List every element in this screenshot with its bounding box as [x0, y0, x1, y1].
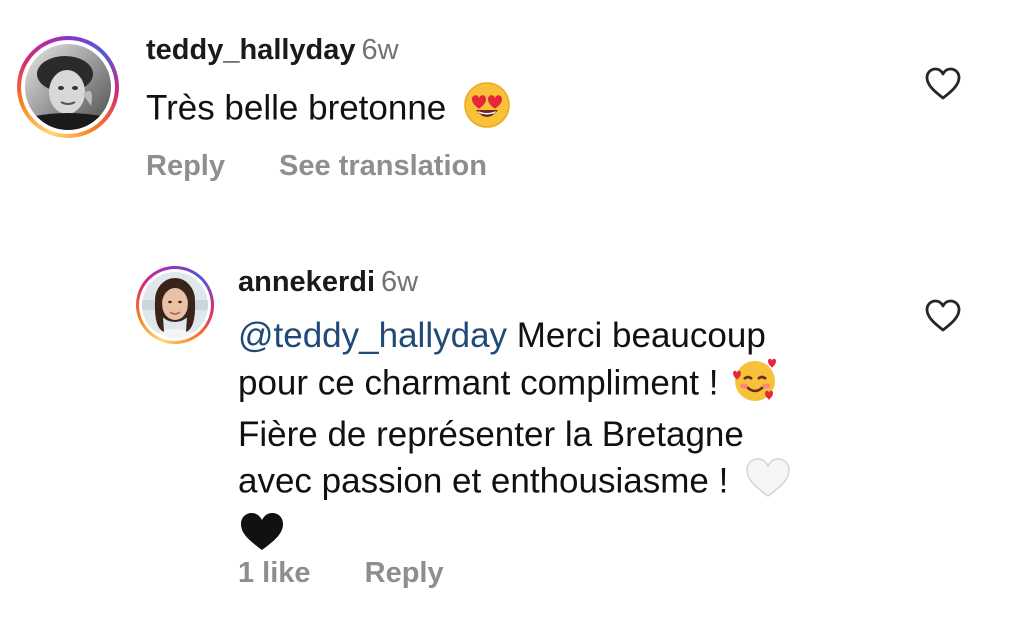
username[interactable]: annekerdi: [238, 266, 375, 298]
avatar: [142, 272, 208, 338]
avatar-story-ring[interactable]: [136, 266, 214, 344]
mention-link[interactable]: @teddy_hallyday: [238, 316, 507, 355]
comment-text: @teddy_hallyday Merci beaucoup pour ce c…: [238, 314, 878, 564]
comment-actions: 1 like Reply: [238, 557, 444, 590]
comment-author[interactable]: annekerdi 6w: [238, 266, 418, 299]
black-heart-emoji: [238, 510, 286, 564]
likes-count[interactable]: 1 like: [238, 557, 311, 589]
reply-button[interactable]: Reply: [365, 557, 444, 589]
white-heart-emoji: [744, 456, 792, 510]
smiling-face-with-hearts-emoji: [732, 357, 778, 413]
heart-outline-icon[interactable]: [924, 298, 962, 334]
comment-annekerdi: annekerdi 6w @teddy_hallyday Merci beauco…: [0, 0, 1024, 624]
comment-time: 6w: [381, 266, 419, 298]
